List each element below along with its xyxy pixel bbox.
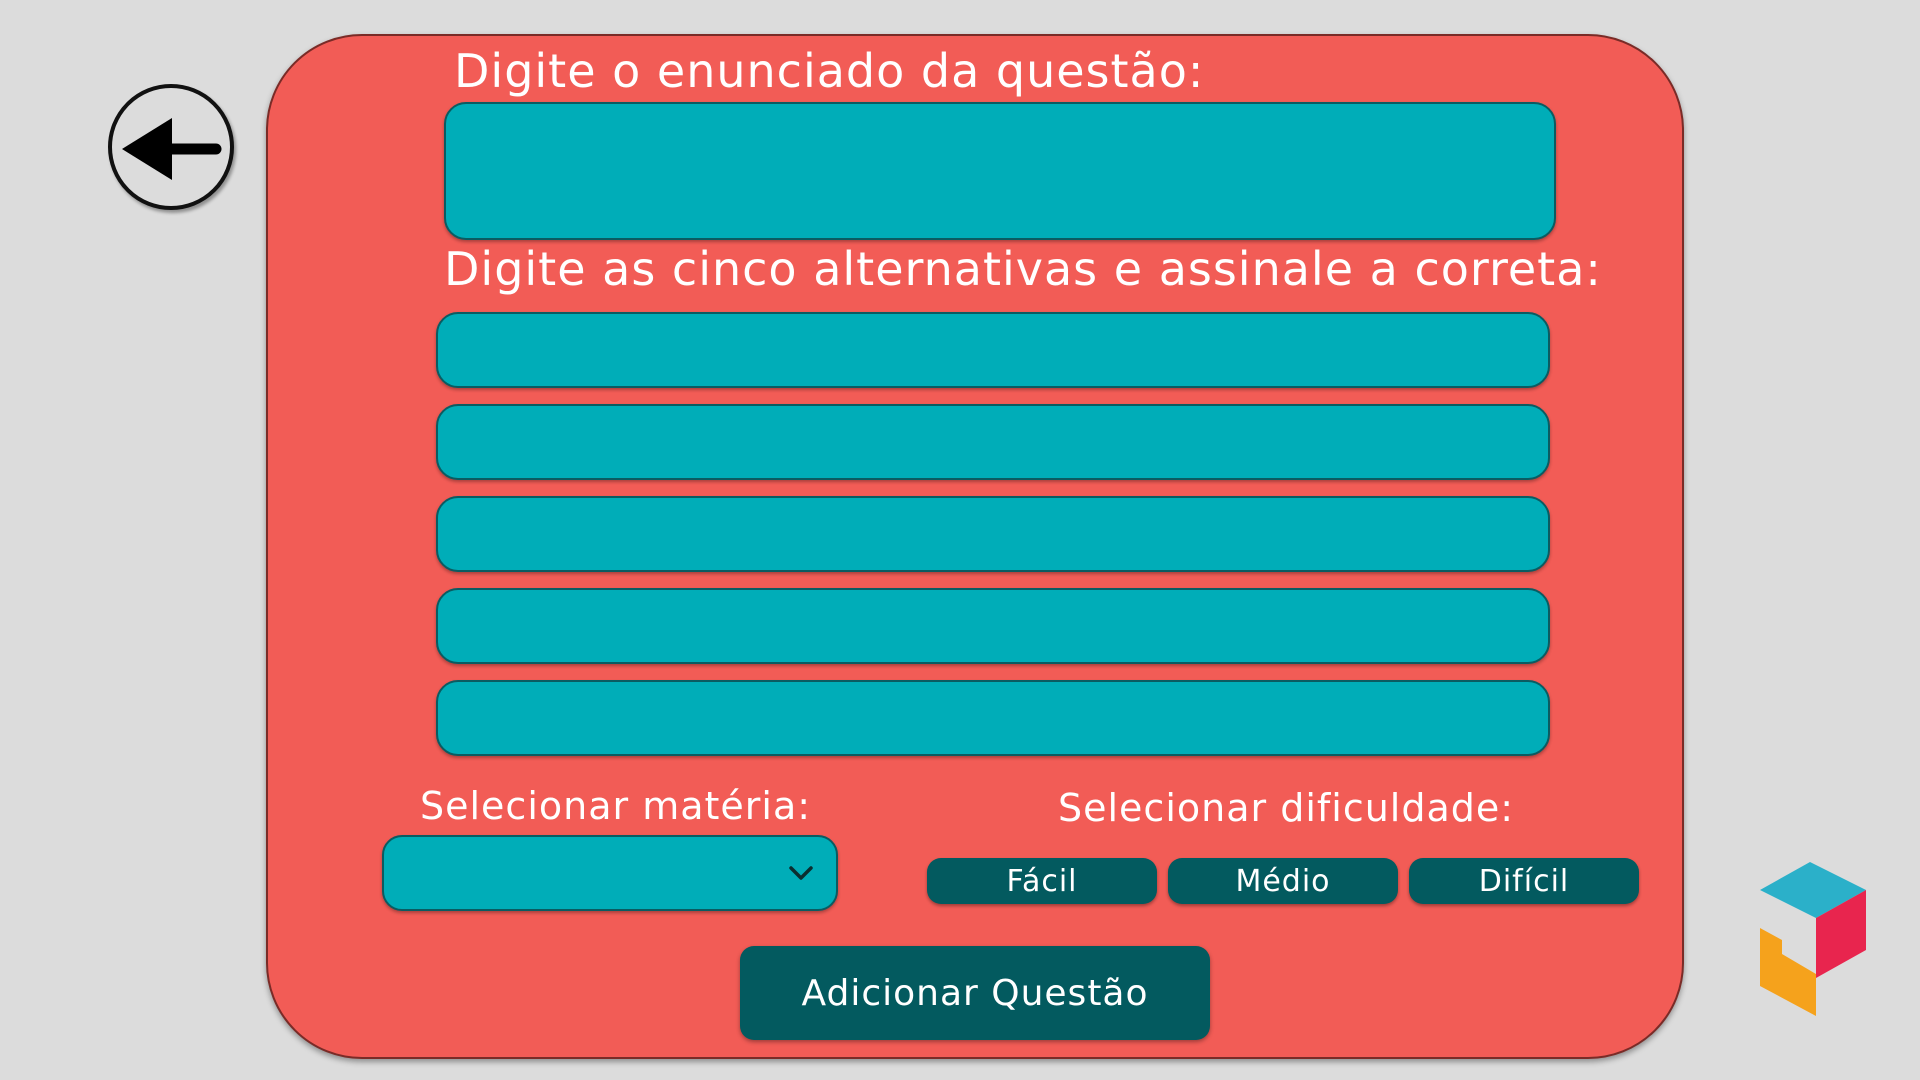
statement-input[interactable] — [444, 102, 1556, 240]
difficulty-label: Selecionar dificuldade: — [1058, 786, 1515, 830]
arrow-left-icon — [122, 118, 222, 180]
subject-select[interactable] — [382, 835, 838, 911]
alternative-input-5[interactable] — [436, 680, 1550, 756]
add-question-button[interactable]: Adicionar Questão — [740, 946, 1210, 1040]
chevron-down-icon — [789, 866, 813, 880]
statement-label: Digite o enunciado da questão: — [454, 44, 1205, 98]
cube-logo-icon — [1760, 862, 1866, 1016]
difficulty-medium-button[interactable]: Médio — [1168, 858, 1398, 904]
alternative-input-1[interactable] — [436, 312, 1550, 388]
alternatives-label: Digite as cinco alternativas e assinale … — [444, 242, 1602, 296]
difficulty-hard-button[interactable]: Difícil — [1409, 858, 1639, 904]
alternative-input-3[interactable] — [436, 496, 1550, 572]
subject-label: Selecionar matéria: — [420, 784, 812, 828]
alternative-input-4[interactable] — [436, 588, 1550, 664]
alternative-input-2[interactable] — [436, 404, 1550, 480]
difficulty-easy-button[interactable]: Fácil — [927, 858, 1157, 904]
back-button[interactable] — [108, 84, 234, 210]
